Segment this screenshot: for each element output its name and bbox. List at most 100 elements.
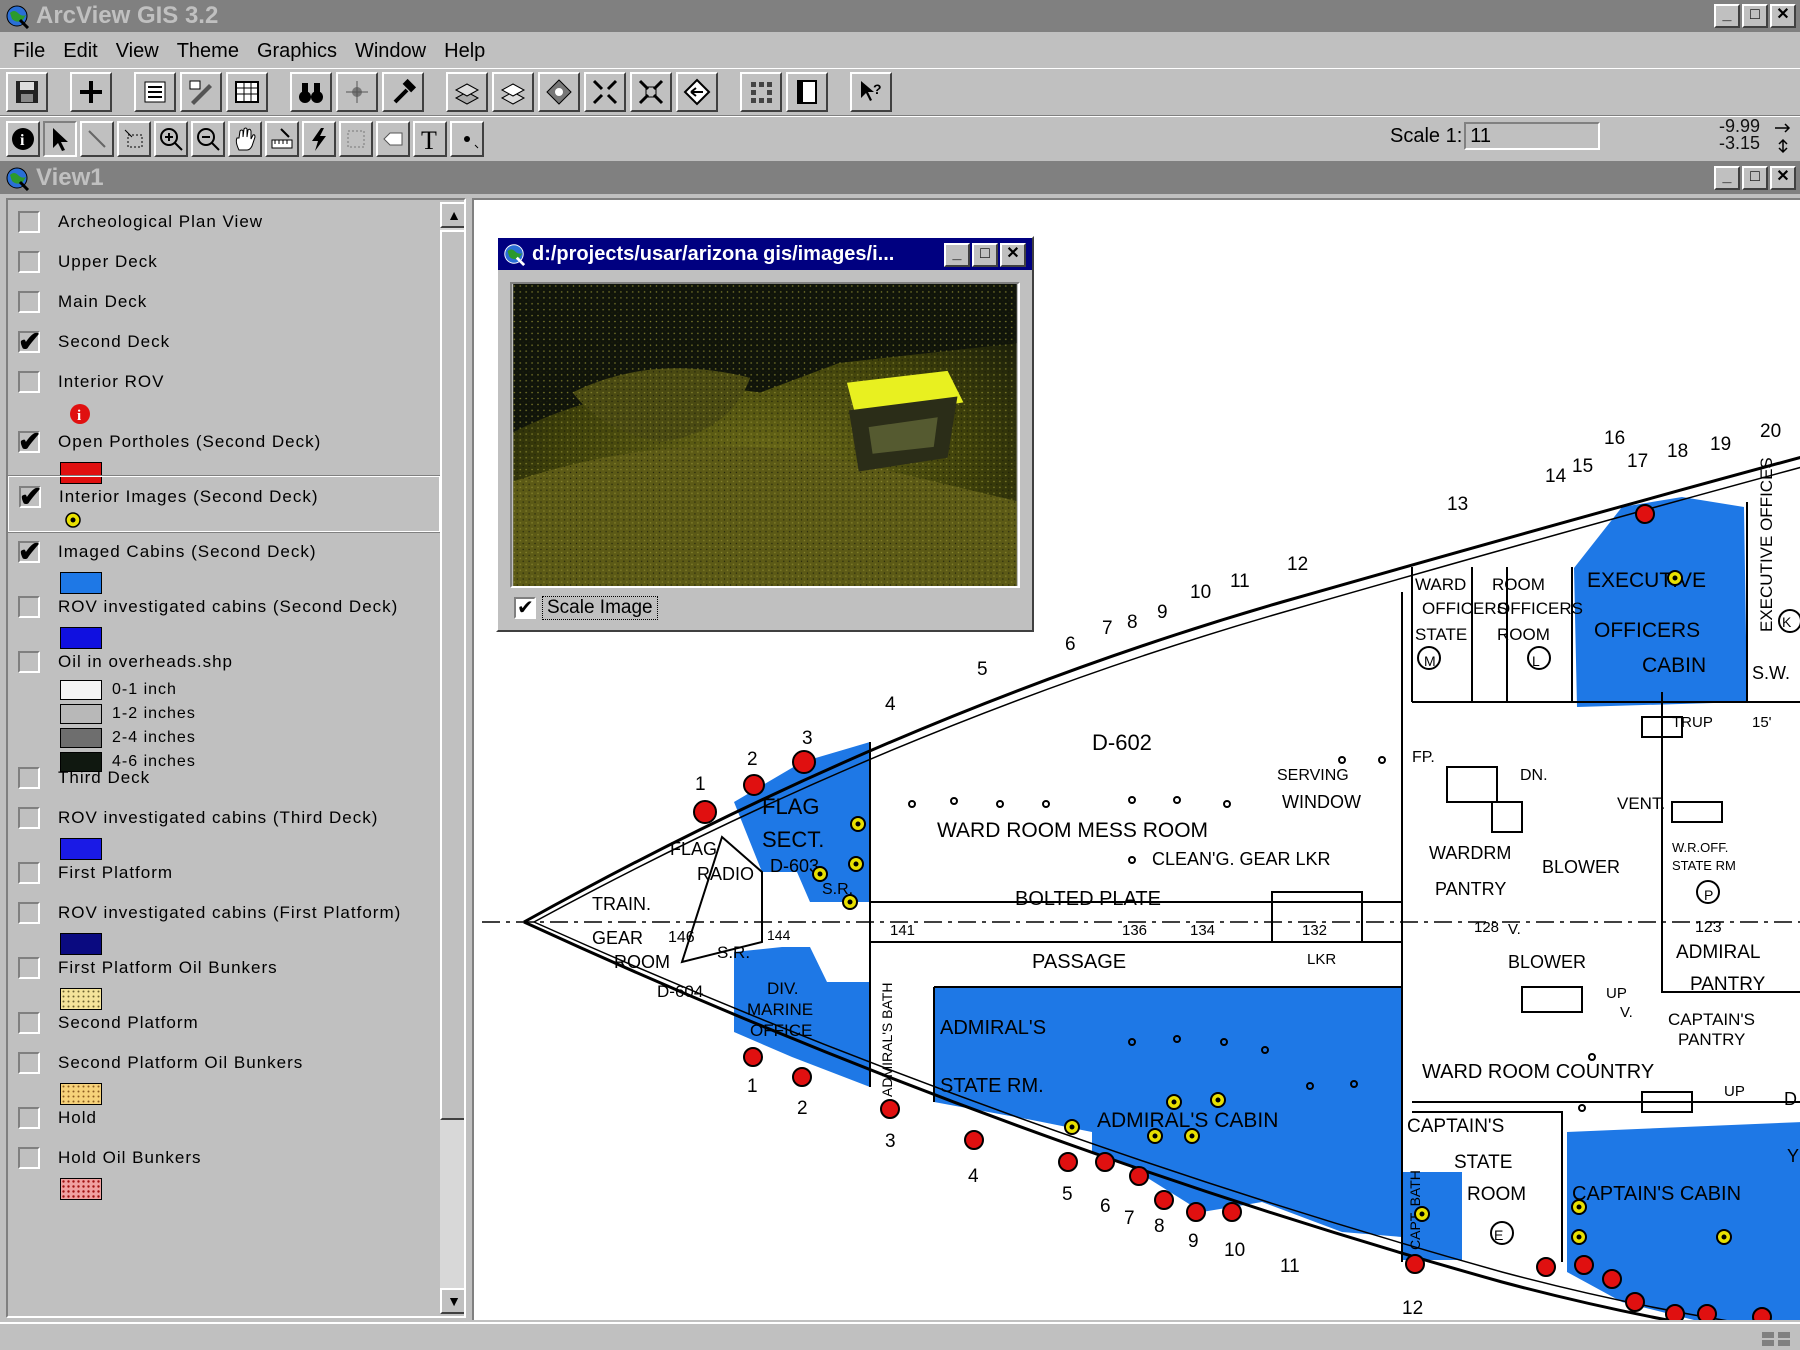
image-point[interactable] <box>842 894 858 910</box>
image-point[interactable] <box>1571 1199 1587 1215</box>
zoom-in-tool[interactable] <box>154 121 188 157</box>
porthole-marker[interactable] <box>1058 1152 1078 1172</box>
minimize-button[interactable]: _ <box>1714 4 1740 28</box>
porthole-marker[interactable] <box>1752 1307 1772 1320</box>
zoom-out-tool[interactable] <box>191 121 225 157</box>
open-table-button[interactable] <box>226 72 268 112</box>
theme-checkbox[interactable] <box>18 651 40 673</box>
scroll-thumb[interactable] <box>440 230 464 1120</box>
theme-checkbox[interactable] <box>18 1012 40 1034</box>
image-point[interactable] <box>812 866 828 882</box>
query-builder-button[interactable] <box>382 72 424 112</box>
image-point[interactable] <box>1147 1128 1163 1144</box>
menu-help[interactable]: Help <box>435 40 494 63</box>
theme-checkbox[interactable] <box>18 902 40 924</box>
add-theme-button[interactable] <box>70 72 112 112</box>
theme-checkbox[interactable] <box>18 371 40 393</box>
pan-tool[interactable] <box>228 121 262 157</box>
view-maximize-button[interactable]: □ <box>1742 166 1768 190</box>
theme-first-platform-oil[interactable]: First Platform Oil Bunkers <box>8 948 440 1010</box>
porthole-marker[interactable] <box>1665 1304 1685 1320</box>
save-project-button[interactable] <box>6 72 48 112</box>
select-feature-tool[interactable] <box>117 121 151 157</box>
porthole-marker[interactable] <box>693 800 717 824</box>
theme-checkbox[interactable] <box>18 251 40 273</box>
theme-second-platform-oil[interactable]: Second Platform Oil Bunkers <box>8 1043 440 1105</box>
theme-checkbox[interactable] <box>18 291 40 313</box>
porthole-marker[interactable] <box>1405 1254 1425 1274</box>
image-point[interactable] <box>1414 1206 1430 1222</box>
hotlink-tool[interactable] <box>302 121 336 157</box>
theme-open-portholes[interactable]: Open Portholes (Second Deck) <box>8 422 440 484</box>
scale-image-checkbox[interactable]: Scale Image <box>514 595 658 620</box>
text-tool[interactable]: T <box>413 121 447 157</box>
porthole-marker[interactable] <box>1222 1202 1242 1222</box>
image-close-button[interactable]: ✕ <box>1000 243 1026 267</box>
image-point[interactable] <box>850 816 866 832</box>
zoom-to-themes-button[interactable] <box>630 72 672 112</box>
theme-checkbox[interactable] <box>18 862 40 884</box>
measure-tool[interactable] <box>265 121 299 157</box>
theme-first-platform[interactable]: First Platform <box>8 853 440 893</box>
label-tool[interactable] <box>376 121 410 157</box>
zoom-full-extent-button[interactable] <box>584 72 626 112</box>
menu-edit[interactable]: Edit <box>54 40 106 63</box>
image-window-titlebar[interactable]: d:/projects/usar/arizona gis/images/i...… <box>498 238 1032 270</box>
image-point[interactable] <box>848 856 864 872</box>
theme-checkbox[interactable] <box>18 1147 40 1169</box>
select-by-theme-button[interactable] <box>446 72 488 112</box>
theme-main-deck[interactable]: Main Deck <box>8 282 440 322</box>
theme-rov-cabins-third[interactable]: ROV investigated cabins (Third Deck) <box>8 798 440 860</box>
theme-checkbox[interactable] <box>18 325 41 358</box>
porthole-marker[interactable] <box>1186 1202 1206 1222</box>
theme-checkbox[interactable] <box>18 1052 40 1074</box>
theme-archeological-plan-view[interactable]: Archeological Plan View <box>8 202 440 242</box>
zoom-previous-button[interactable] <box>676 72 718 112</box>
area-of-interest-tool[interactable] <box>339 121 373 157</box>
cabin-admirals-stateroom[interactable] <box>934 987 1092 1132</box>
image-point[interactable] <box>1166 1094 1182 1110</box>
scale-image-check-box[interactable] <box>514 595 536 620</box>
porthole-marker[interactable] <box>1154 1190 1174 1210</box>
theme-imaged-cabins[interactable]: Imaged Cabins (Second Deck) <box>8 532 440 594</box>
theme-second-platform[interactable]: Second Platform <box>8 1003 440 1043</box>
theme-second-deck[interactable]: Second Deck <box>8 322 440 362</box>
find-button[interactable] <box>290 72 332 112</box>
theme-hold-oil[interactable]: Hold Oil Bunkers <box>8 1138 440 1200</box>
layout-button[interactable] <box>740 72 782 112</box>
theme-rov-cabins-first[interactable]: ROV investigated cabins (First Platform) <box>8 893 440 955</box>
vertex-edit-tool[interactable] <box>80 121 114 157</box>
view-close-button[interactable]: ✕ <box>1770 166 1796 190</box>
cabin-captains-cabin[interactable] <box>1567 1122 1800 1320</box>
theme-checkbox[interactable] <box>18 425 41 458</box>
help-button[interactable]: ? <box>850 72 892 112</box>
porthole-marker[interactable] <box>880 1099 900 1119</box>
theme-checkbox[interactable] <box>18 1107 40 1129</box>
porthole-marker[interactable] <box>792 750 816 774</box>
scroll-down-arrow-icon[interactable]: ▼ <box>440 1288 464 1314</box>
resize-grip-icon[interactable] <box>1760 1330 1794 1348</box>
theme-checkbox[interactable] <box>18 807 40 829</box>
porthole-marker[interactable] <box>1635 504 1655 524</box>
zoom-selected-button[interactable] <box>538 72 580 112</box>
porthole-marker[interactable] <box>964 1130 984 1150</box>
image-point[interactable] <box>1210 1092 1226 1108</box>
porthole-marker[interactable] <box>1697 1304 1717 1320</box>
theme-checkbox[interactable] <box>18 211 40 233</box>
close-button[interactable]: ✕ <box>1770 4 1796 28</box>
theme-third-deck[interactable]: Third Deck <box>8 758 440 798</box>
theme-rov-cabins-second[interactable]: ROV investigated cabins (Second Deck) <box>8 587 440 649</box>
menu-file[interactable]: File <box>4 40 54 63</box>
image-point[interactable] <box>1716 1229 1732 1245</box>
edit-legend-button[interactable] <box>180 72 222 112</box>
menu-view[interactable]: View <box>107 40 168 63</box>
scroll-up-arrow-icon[interactable]: ▲ <box>440 202 464 228</box>
porthole-marker[interactable] <box>1536 1257 1556 1277</box>
theme-checkbox[interactable] <box>18 535 41 568</box>
scale-input[interactable]: 11 <box>1464 122 1601 150</box>
identify-tool[interactable]: i <box>6 121 40 157</box>
image-point[interactable] <box>1184 1128 1200 1144</box>
theme-checkbox[interactable] <box>18 957 40 979</box>
draw-point-tool[interactable] <box>450 121 484 157</box>
porthole-marker[interactable] <box>1625 1292 1645 1312</box>
